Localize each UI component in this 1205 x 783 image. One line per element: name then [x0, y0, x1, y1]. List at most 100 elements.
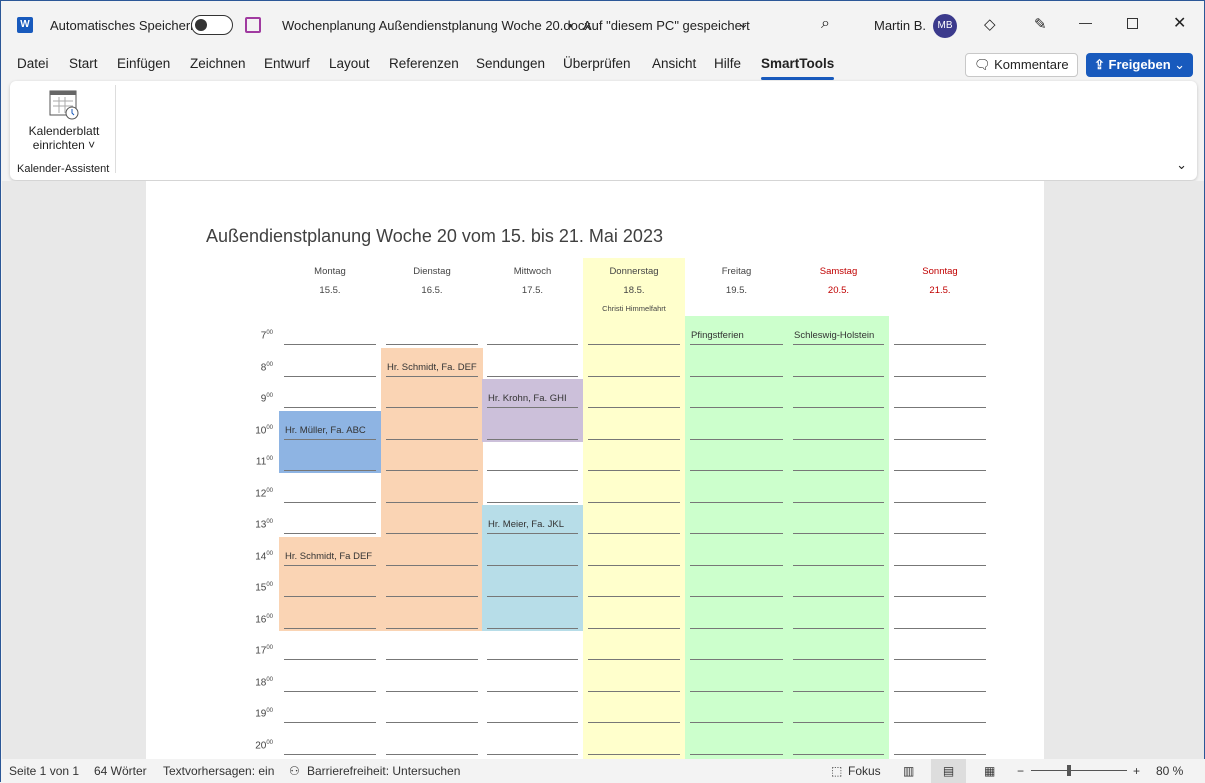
share-button[interactable]: ⇪ Freigeben ⌄	[1086, 53, 1193, 77]
hour-line	[386, 344, 478, 345]
tab-sendungen[interactable]: Sendungen	[476, 56, 545, 71]
hour-line	[487, 501, 578, 503]
hour-line	[588, 438, 680, 440]
hour-line	[588, 407, 680, 408]
appointment-text[interactable]: Hr. Schmidt, Fa. DEF	[387, 362, 477, 373]
day-name: Montag	[314, 266, 346, 277]
save-icon[interactable]	[245, 17, 261, 33]
hour-suffix: 00	[266, 393, 273, 399]
hour-label: 1800	[243, 677, 273, 688]
hour-label: 1000	[243, 425, 273, 436]
chevron-down-icon[interactable]: ⌄	[738, 16, 749, 32]
tab-datei[interactable]: Datei	[17, 56, 49, 71]
appointment-block[interactable]	[381, 347, 483, 631]
document-area[interactable]: Außendienstplanung Woche 20 vom 15. bis …	[2, 181, 1204, 759]
hour-number: 14	[255, 550, 267, 562]
hour-line	[386, 627, 478, 629]
share-icon: ⇪	[1094, 57, 1105, 72]
appointment-text[interactable]: Hr. Müller, Fa. ABC	[285, 425, 366, 436]
text-predictions[interactable]: Textvorhersagen: ein	[163, 764, 274, 778]
autosave-toggle[interactable]	[191, 15, 233, 35]
hour-line	[690, 407, 783, 408]
tab-einfügen[interactable]: Einfügen	[117, 56, 170, 71]
tab-überprüfen[interactable]: Überprüfen	[563, 56, 631, 71]
hour-label: 1900	[243, 708, 273, 719]
chevron-down-icon[interactable]: ⌄	[1174, 53, 1185, 77]
hour-line	[284, 533, 376, 534]
comments-button[interactable]: 🗨 Kommentare	[965, 53, 1078, 77]
collapse-ribbon-icon[interactable]: ⌄	[1176, 157, 1187, 173]
avatar[interactable]: MB	[933, 14, 957, 38]
tab-zeichnen[interactable]: Zeichnen	[190, 56, 246, 71]
zoom-slider-thumb[interactable]	[1067, 765, 1071, 776]
search-icon[interactable]: ⌕	[821, 15, 830, 33]
appointment-text[interactable]: Hr. Schmidt, Fa DEF	[285, 551, 372, 562]
hour-line	[284, 753, 376, 755]
zoom-slider[interactable]	[1031, 765, 1127, 776]
appointment-block[interactable]	[482, 379, 583, 442]
hour-line	[284, 596, 376, 597]
appointment-text[interactable]: Hr. Meier, Fa. JKL	[488, 519, 564, 530]
day-date: 17.5.	[521, 285, 544, 296]
appointment-text[interactable]: Hr. Krohn, Fa. GHI	[488, 393, 567, 404]
print-layout-icon[interactable]: ▤	[931, 759, 966, 783]
maximize-button[interactable]	[1127, 18, 1138, 29]
day-name: Freitag	[721, 266, 752, 277]
hour-line	[690, 690, 783, 692]
hour-label: 1200	[243, 488, 273, 499]
minimize-button[interactable]: —	[1079, 15, 1092, 30]
hour-line	[690, 627, 783, 629]
comments-label: Kommentare	[994, 57, 1069, 72]
word-count[interactable]: 64 Wörter	[94, 764, 147, 778]
accessibility-check[interactable]: Barrierefreiheit: Untersuchen	[307, 764, 460, 778]
hour-line	[284, 407, 376, 408]
hour-line	[793, 501, 884, 503]
hour-line	[793, 344, 884, 345]
document-title: Wochenplanung Außendienstplanung Woche 2…	[282, 18, 591, 33]
document-page[interactable]: Außendienstplanung Woche 20 vom 15. bis …	[146, 181, 1044, 759]
hour-line	[793, 659, 884, 660]
hour-number: 11	[255, 456, 267, 468]
tab-referenzen[interactable]: Referenzen	[389, 56, 459, 71]
hour-line	[386, 564, 478, 566]
accessibility-icon: ⚇	[289, 764, 300, 778]
hour-line	[690, 753, 783, 755]
web-layout-icon[interactable]: ▦	[984, 764, 995, 778]
tab-start[interactable]: Start	[69, 56, 98, 71]
hour-label: 1400	[243, 551, 273, 562]
zoom-in-button[interactable]: +	[1133, 764, 1140, 778]
hour-line	[487, 596, 578, 597]
hour-number: 18	[255, 676, 267, 688]
hour-line	[894, 375, 986, 377]
tab-smarttools[interactable]: SmartTools	[761, 56, 835, 80]
pen-icon[interactable]: ✎	[1034, 15, 1047, 33]
hour-label: 900	[243, 393, 273, 404]
calendar-sheet-button[interactable]: Kalenderblatt einrichten ˅	[18, 85, 110, 157]
day-background	[685, 316, 788, 759]
hour-number: 12	[255, 487, 267, 499]
hour-number: 17	[255, 645, 267, 657]
hour-line	[487, 690, 578, 692]
hour-suffix: 00	[266, 456, 273, 462]
tab-hilfe[interactable]: Hilfe	[714, 56, 741, 71]
hour-number: 20	[255, 739, 267, 751]
page-count[interactable]: Seite 1 von 1	[9, 764, 79, 778]
hour-line	[284, 659, 376, 660]
hour-line	[793, 375, 884, 377]
diamond-icon[interactable]: ◇	[984, 15, 996, 33]
hour-line	[793, 438, 884, 440]
status-bar: Seite 1 von 1 64 Wörter Textvorhersagen:…	[1, 759, 1205, 783]
tab-entwurf[interactable]: Entwurf	[264, 56, 310, 71]
zoom-out-button[interactable]: −	[1017, 764, 1024, 778]
read-mode-icon[interactable]: ▥	[903, 764, 914, 778]
hour-line	[588, 690, 680, 692]
save-location[interactable]: Auf "diesem PC" gespeichert	[583, 18, 750, 33]
zoom-level[interactable]: 80 %	[1156, 764, 1183, 778]
close-button[interactable]: ✕	[1173, 13, 1186, 33]
day-name: Donnerstag	[609, 266, 659, 277]
focus-button[interactable]: Fokus	[848, 764, 881, 778]
appointment-block[interactable]	[279, 410, 381, 473]
tab-ansicht[interactable]: Ansicht	[652, 56, 696, 71]
tab-layout[interactable]: Layout	[329, 56, 370, 71]
comment-icon: 🗨	[974, 57, 991, 72]
